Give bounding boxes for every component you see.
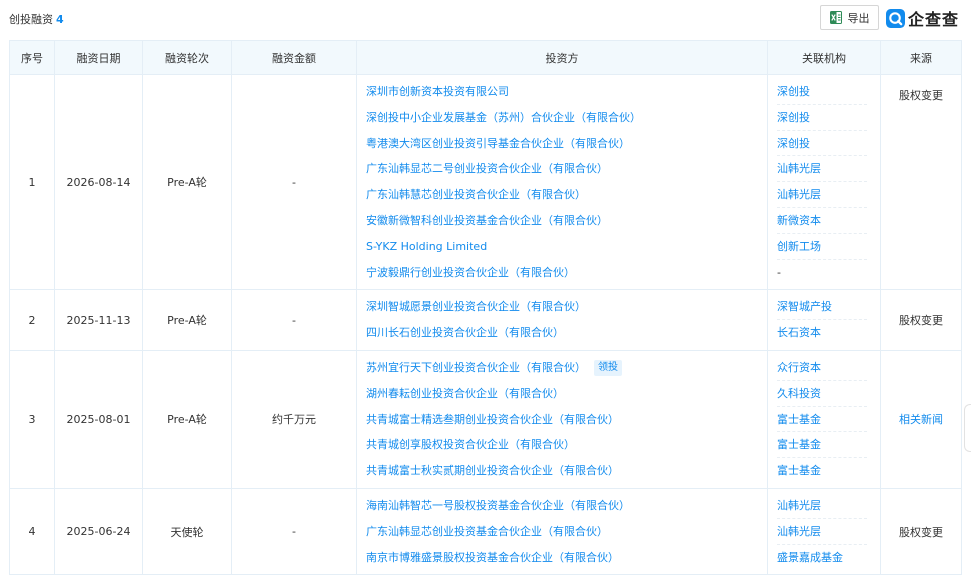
- section-header: 创投融资 4 导出 企查查: [0, 0, 971, 36]
- row-round: Pre-A轮: [142, 349, 232, 489]
- org-link[interactable]: 深智城产投: [777, 294, 867, 321]
- record-count: 4: [56, 13, 64, 26]
- qcc-logo-icon: [886, 8, 905, 28]
- org-link[interactable]: 创新工场: [777, 234, 867, 260]
- row-date: 2025-11-13: [54, 289, 143, 351]
- org-link[interactable]: 汕韩光层: [777, 519, 867, 545]
- lead-investor-tag: 领投: [594, 359, 622, 376]
- investor-list: 海南汕韩智芯一号股权投资基金合伙企业（有限合伙） 广东汕韩显芯创业投资基金合伙企…: [356, 487, 768, 576]
- excel-icon: [829, 11, 842, 24]
- org-link[interactable]: 长石资本: [777, 320, 867, 346]
- row-source: 股权变更: [880, 487, 962, 576]
- org-link[interactable]: 汕韩光层: [777, 156, 867, 183]
- org-link[interactable]: 新微资本: [777, 208, 867, 234]
- row-source: 股权变更: [880, 73, 962, 291]
- brand-name: 企查查: [908, 10, 960, 29]
- row-round: 天使轮: [142, 487, 232, 576]
- column-header-date: 融资日期: [54, 40, 143, 75]
- export-label: 导出: [847, 11, 870, 25]
- table-row: 1 2026-08-14 Pre-A轮 - 深圳市创新资本投资有限公司 深创投中…: [9, 73, 962, 291]
- investor-link[interactable]: 共青城创享股权投资合伙企业（有限合伙）: [366, 432, 767, 458]
- investor-link[interactable]: 南京市博雅盛景股权投资基金合伙企业（有限合伙）: [366, 545, 767, 571]
- investor-link[interactable]: 共青城富士精选叁期创业投资合伙企业（有限合伙）: [366, 407, 767, 433]
- investor-name[interactable]: 苏州宜行天下创业投资合伙企业（有限合伙）: [366, 361, 586, 374]
- org-list: 汕韩光层 汕韩光层 盛景嘉成基金: [767, 487, 881, 576]
- investor-list: 深圳市创新资本投资有限公司 深创投中小企业发展基金（苏州）合伙企业（有限合伙） …: [356, 73, 768, 291]
- related-news-link[interactable]: 相关新闻: [899, 413, 943, 426]
- org-link[interactable]: 深创投: [777, 79, 867, 105]
- column-header-round: 融资轮次: [142, 40, 232, 75]
- investor-list: 深圳智城愿景创业投资合伙企业（有限合伙） 四川长石创业投资合伙企业（有限合伙）: [356, 289, 768, 351]
- row-source-cell: 相关新闻: [880, 349, 962, 489]
- org-link[interactable]: 深创投: [777, 105, 867, 131]
- investor-link[interactable]: 共青城富士秋实贰期创业投资合伙企业（有限合伙）: [366, 458, 767, 484]
- row-amount: -: [231, 73, 357, 291]
- table-row: 2 2025-11-13 Pre-A轮 - 深圳智城愿景创业投资合伙企业（有限合…: [9, 289, 962, 351]
- org-list: 深智城产投 长石资本: [767, 289, 881, 351]
- investor-link[interactable]: 湖州春耘创业投资合伙企业（有限合伙）: [366, 381, 767, 407]
- investor-link[interactable]: 广东汕韩显芯创业投资基金合伙企业（有限合伙）: [366, 519, 767, 545]
- row-index: 1: [9, 73, 55, 291]
- org-link[interactable]: 久科投资: [777, 381, 867, 407]
- row-round: Pre-A轮: [142, 73, 232, 291]
- row-index: 3: [9, 349, 55, 489]
- org-link[interactable]: 深创投: [777, 131, 867, 157]
- org-link[interactable]: 汕韩光层: [777, 182, 867, 208]
- investor-link[interactable]: 四川长石创业投资合伙企业（有限合伙）: [366, 320, 767, 346]
- row-round: Pre-A轮: [142, 289, 232, 351]
- brand-logo: 企查查: [886, 7, 959, 29]
- org-empty: -: [777, 265, 781, 279]
- column-header-amount: 融资金额: [231, 40, 357, 75]
- investor-link[interactable]: 深圳市创新资本投资有限公司: [366, 79, 767, 105]
- table-row: 3 2025-08-01 Pre-A轮 约千万元 苏州宜行天下创业投资合伙企业（…: [9, 349, 962, 489]
- column-header-source: 来源: [880, 40, 962, 75]
- side-drawer-handle[interactable]: [964, 404, 971, 452]
- row-index: 4: [9, 487, 55, 576]
- table-header-row: 序号 融资日期 融资轮次 融资金额 投资方 关联机构 来源: [9, 40, 962, 75]
- section-title-text: 创投融资: [9, 13, 53, 26]
- financing-table: 序号 融资日期 融资轮次 融资金额 投资方 关联机构 来源 1 2026-08-…: [9, 40, 962, 576]
- org-link[interactable]: 盛景嘉成基金: [777, 545, 867, 571]
- column-header-investors: 投资方: [356, 40, 768, 75]
- column-header-index: 序号: [9, 40, 55, 75]
- export-button[interactable]: 导出: [820, 5, 879, 30]
- org-link[interactable]: 富士基金: [777, 432, 867, 459]
- row-date: 2025-08-01: [54, 349, 143, 489]
- org-link[interactable]: 汕韩光层: [777, 493, 867, 519]
- investor-link[interactable]: 广东汕韩慧芯创业投资合伙企业（有限合伙）: [366, 182, 767, 208]
- investor-link[interactable]: 广东汕韩显芯二号创业投资合伙企业（有限合伙）: [366, 156, 767, 182]
- row-amount: -: [231, 289, 357, 351]
- row-date: 2026-08-14: [54, 73, 143, 291]
- investor-link[interactable]: 粤港澳大湾区创业投资引导基金合伙企业（有限合伙）: [366, 131, 767, 157]
- investor-link[interactable]: S-YKZ Holding Limited: [366, 234, 767, 260]
- investor-link[interactable]: 安徽新微智科创业投资基金合伙企业（有限合伙）: [366, 208, 767, 234]
- investor-link[interactable]: 深创投中小企业发展基金（苏州）合伙企业（有限合伙）: [366, 105, 767, 131]
- org-link[interactable]: 众行资本: [777, 355, 867, 381]
- column-header-orgs: 关联机构: [767, 40, 881, 75]
- org-list: 众行资本 久科投资 富士基金 富士基金 富士基金: [767, 349, 881, 489]
- investor-link[interactable]: 海南汕韩智芯一号股权投资基金合伙企业（有限合伙）: [366, 493, 767, 519]
- section-title: 创投融资 4: [9, 11, 64, 27]
- org-link[interactable]: 富士基金: [777, 458, 867, 484]
- investor-list: 苏州宜行天下创业投资合伙企业（有限合伙） 领投 湖州春耘创业投资合伙企业（有限合伙…: [356, 349, 768, 489]
- table-row: 4 2025-06-24 天使轮 - 海南汕韩智芯一号股权投资基金合伙企业（有限…: [9, 487, 962, 576]
- org-link[interactable]: 富士基金: [777, 407, 867, 433]
- investor-link[interactable]: 深圳智城愿景创业投资合伙企业（有限合伙）: [366, 294, 767, 320]
- row-date: 2025-06-24: [54, 487, 143, 576]
- investor-link-lead[interactable]: 苏州宜行天下创业投资合伙企业（有限合伙） 领投: [366, 355, 767, 381]
- row-source: 股权变更: [880, 289, 962, 351]
- row-index: 2: [9, 289, 55, 351]
- org-list: 深创投 深创投 深创投 汕韩光层 汕韩光层 新微资本 创新工场 -: [767, 73, 881, 291]
- row-amount: -: [231, 487, 357, 576]
- investor-link[interactable]: 宁波毅鼎行创业投资合伙企业（有限合伙）: [366, 260, 767, 286]
- row-amount: 约千万元: [231, 349, 357, 489]
